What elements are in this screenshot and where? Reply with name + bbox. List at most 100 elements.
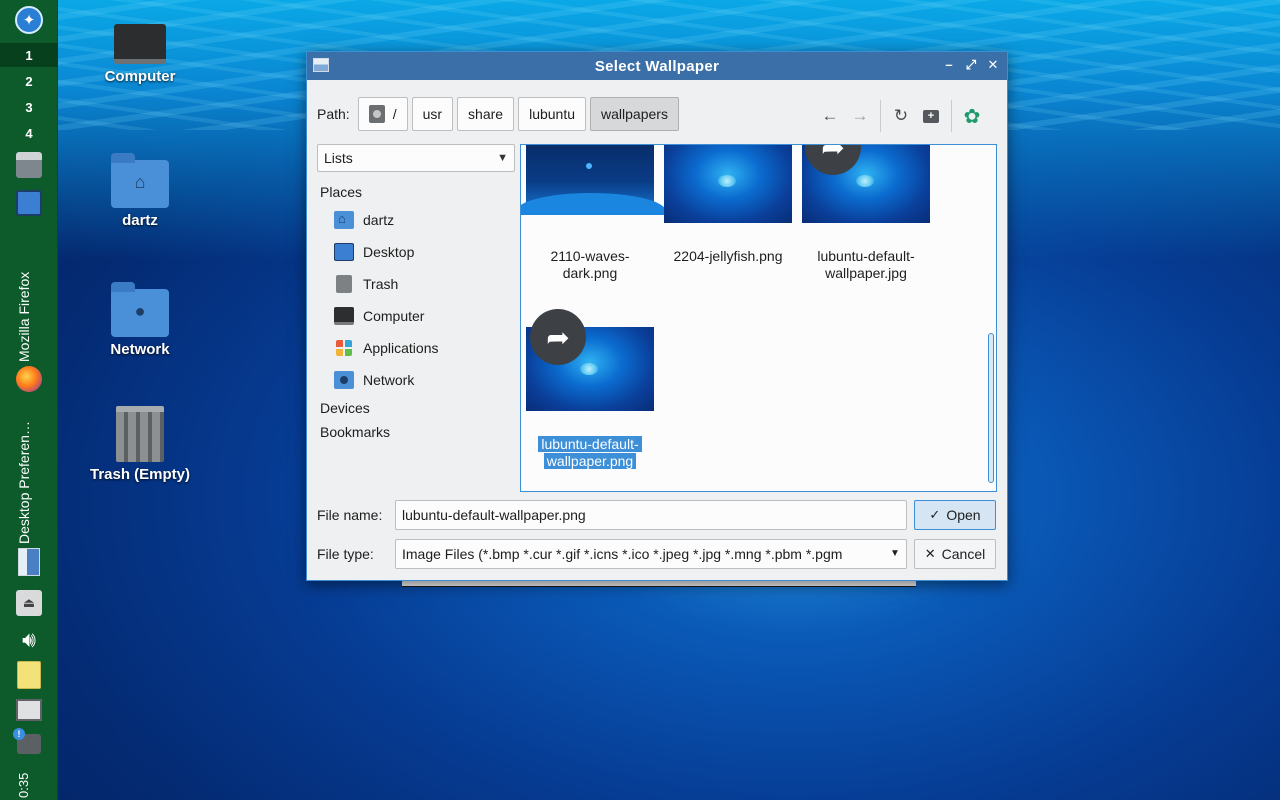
- cancel-button-label: Cancel: [941, 546, 986, 562]
- sidebar-item-trash[interactable]: Trash: [317, 268, 517, 300]
- drive-icon: [368, 105, 385, 123]
- file-view-scrollbar[interactable]: [988, 333, 994, 483]
- sidebar-item-applications[interactable]: Applications: [317, 332, 517, 364]
- firefox-icon: [16, 366, 42, 392]
- trash-icon: [336, 275, 352, 293]
- close-icon[interactable]: ✕: [985, 56, 1001, 74]
- breadcrumb-usr[interactable]: usr: [411, 97, 454, 131]
- clipboard-tray-button[interactable]: [0, 660, 58, 690]
- open-button-label: Open: [946, 507, 981, 523]
- file-manager-launcher[interactable]: [0, 150, 58, 180]
- desktop-icon-trash[interactable]: Trash (Empty): [80, 406, 200, 483]
- file-type-label: File type:: [317, 546, 374, 562]
- devices-header[interactable]: Devices: [317, 396, 517, 420]
- file-type-row: File type: Image Files (*.bmp *.cur *.gi…: [317, 539, 907, 569]
- desktop-icon-computer[interactable]: Computer: [80, 24, 200, 85]
- chevron-down-icon: ▼: [884, 540, 906, 568]
- sidebar-item-computer[interactable]: Computer: [317, 300, 517, 332]
- file-view[interactable]: 2110-waves- dark.png 2204-jellyfish.png …: [520, 144, 997, 492]
- breadcrumb-label: /: [392, 106, 397, 122]
- reload-icon[interactable]: ↻: [886, 102, 916, 130]
- breadcrumb-share[interactable]: share: [457, 97, 515, 131]
- sidebar-item-dartz[interactable]: dartz: [317, 204, 517, 236]
- sidebar-item-label: Computer: [363, 308, 425, 324]
- network-tray-button[interactable]: [0, 695, 58, 725]
- desktop-icon-label: Network: [110, 341, 170, 358]
- view-options-gear-icon[interactable]: ✿: [957, 102, 987, 130]
- desktop-icon-label: Trash (Empty): [89, 466, 191, 483]
- file-type-select[interactable]: Image Files (*.bmp *.cur *.gif *.icns *.…: [395, 539, 907, 569]
- trash-icon: [116, 406, 164, 462]
- file-thumbnail[interactable]: [664, 145, 792, 223]
- view-mode-value: Lists: [324, 150, 353, 166]
- desktop-preferences-icon: [18, 548, 40, 576]
- taskbar-item-firefox[interactable]: Mozilla Firefox: [16, 262, 32, 362]
- navigation-toolbar: ← → ↻ + ✿: [815, 100, 987, 132]
- desktop-icon: [334, 243, 354, 261]
- computer-icon: [114, 24, 166, 64]
- show-desktop-icon: [16, 190, 42, 216]
- volume-icon[interactable]: 🔊︎: [0, 625, 58, 655]
- open-button[interactable]: ✓ Open: [914, 500, 996, 530]
- network-folder-icon: [334, 371, 354, 389]
- desktop-icon-home[interactable]: ⌂ dartz: [80, 153, 200, 229]
- toolbar-separator: [880, 100, 881, 132]
- desktop-icon-label: dartz: [122, 212, 158, 229]
- maximize-icon[interactable]: ⤢: [963, 56, 979, 74]
- path-bar: Path: / usr share lubuntu wallpapers: [317, 96, 683, 132]
- places-sidebar: Places dartz Desktop Trash Computer Appl…: [317, 180, 517, 444]
- breadcrumb-root[interactable]: /: [357, 97, 408, 131]
- back-arrow-icon[interactable]: ←: [815, 102, 845, 130]
- places-header[interactable]: Places: [317, 180, 517, 204]
- file-item-2110-waves-dark[interactable]: 2110-waves- dark.png: [522, 248, 658, 282]
- desktop-switch-1[interactable]: 1: [0, 43, 58, 67]
- bookmarks-header[interactable]: Bookmarks: [317, 420, 517, 444]
- window-app-icon: [313, 58, 329, 72]
- network-wired-icon: [16, 699, 42, 721]
- lubuntu-logo-icon: ✦: [15, 6, 43, 34]
- file-item-2204-jellyfish[interactable]: 2204-jellyfish.png: [660, 248, 796, 265]
- dialog-titlebar[interactable]: Select Wallpaper – ⤢ ✕: [307, 52, 1007, 80]
- computer-icon: [334, 307, 354, 325]
- desktop-switch-2[interactable]: 2: [0, 69, 58, 93]
- taskbar-panel: ✦ 1 2 3 4 Mozilla Firefox Desktop Prefer…: [0, 0, 58, 800]
- desktop-switch-3[interactable]: 3: [0, 95, 58, 119]
- file-manager-icon: [16, 152, 42, 178]
- file-thumbnail[interactable]: [521, 145, 666, 215]
- chevron-down-icon: ▼: [497, 152, 508, 164]
- breadcrumb-wallpapers[interactable]: wallpapers: [590, 97, 679, 131]
- sidebar-item-label: Network: [363, 372, 415, 388]
- desktop-switch-4[interactable]: 4: [0, 121, 58, 145]
- file-type-value: Image Files (*.bmp *.cur *.gif *.icns *.…: [402, 546, 843, 562]
- eject-tray-button[interactable]: ⏏: [0, 588, 58, 618]
- view-mode-select[interactable]: Lists ▼: [317, 144, 515, 172]
- show-desktop-launcher[interactable]: [0, 188, 58, 218]
- symlink-arrow-icon: ➦: [530, 309, 586, 365]
- file-name-row: File name: lubuntu-default-wallpaper.png: [317, 500, 907, 530]
- cancel-button[interactable]: ✕ Cancel: [914, 539, 996, 569]
- home-folder-icon: ⌂: [111, 153, 169, 208]
- firefox-task-icon-wrap[interactable]: [0, 364, 58, 394]
- notification-tray-button[interactable]: !: [0, 728, 58, 758]
- sidebar-item-label: Trash: [363, 276, 399, 292]
- panel-clock[interactable]: 0:35: [16, 764, 31, 798]
- sidebar-item-network[interactable]: Network: [317, 364, 517, 396]
- cancel-x-icon: ✕: [924, 546, 936, 561]
- sidebar-item-desktop[interactable]: Desktop: [317, 236, 517, 268]
- applications-icon: [336, 340, 352, 356]
- taskbar-item-desktop-preferences[interactable]: Desktop Preferen…: [16, 404, 32, 544]
- minimize-icon[interactable]: –: [941, 56, 957, 74]
- breadcrumb-lubuntu[interactable]: lubuntu: [518, 97, 587, 131]
- home-folder-icon: [334, 211, 354, 229]
- file-item-lubuntu-default-wallpaper-png[interactable]: lubuntu-default- wallpaper.png: [522, 436, 658, 470]
- main-menu-button[interactable]: ✦: [0, 4, 58, 36]
- file-name-label: File name:: [317, 507, 383, 523]
- background-window-edge: [402, 581, 916, 587]
- desktop-icon-network[interactable]: ● Network: [80, 282, 200, 358]
- clipboard-icon: [17, 661, 41, 689]
- forward-arrow-icon[interactable]: →: [845, 102, 875, 130]
- new-folder-icon[interactable]: +: [916, 102, 946, 130]
- file-name-input[interactable]: lubuntu-default-wallpaper.png: [395, 500, 907, 530]
- desktop-preferences-task-icon-wrap[interactable]: [0, 546, 58, 578]
- file-item-lubuntu-default-wallpaper-jpg[interactable]: lubuntu-default- wallpaper.jpg: [798, 248, 934, 282]
